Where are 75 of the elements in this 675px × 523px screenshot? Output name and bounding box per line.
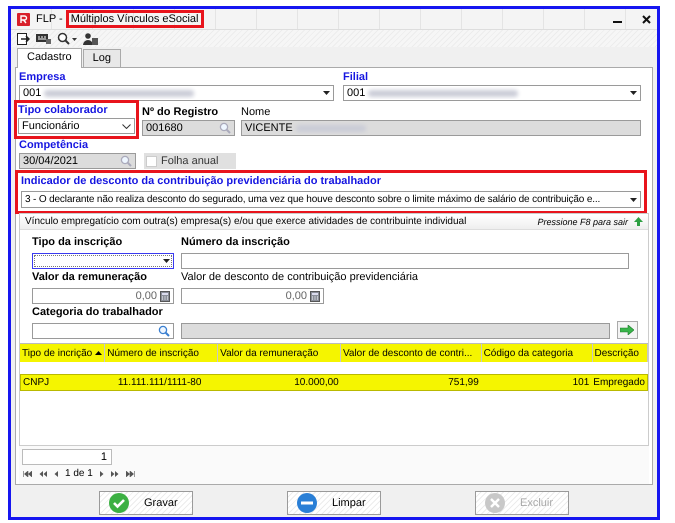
field-label: Filial	[343, 71, 368, 84]
field-label: Nº do Registro	[142, 106, 218, 119]
previous-page-icon	[39, 470, 47, 476]
table-cell-text: CNPJ	[22, 377, 50, 388]
currency-field[interactable]: 0,00	[32, 288, 174, 304]
field-label: Nome	[241, 106, 270, 119]
field-label: Categoria do trabalhador	[32, 306, 163, 319]
caret-icon	[630, 198, 637, 202]
user-icon	[83, 32, 98, 44]
column-header[interactable]: Valor da remuneração	[218, 344, 341, 362]
previous-icon	[54, 470, 58, 476]
search-field[interactable]	[32, 323, 174, 339]
next-icon	[100, 470, 104, 476]
dropdown-field[interactable]: 001	[19, 85, 334, 101]
app-logo-icon	[17, 12, 30, 26]
caret-icon	[323, 91, 330, 95]
caret-icon	[163, 259, 170, 263]
field-label: Tipo da inscrição	[32, 236, 122, 249]
dropdown-field[interactable]: 001	[343, 85, 641, 101]
search-icon	[120, 155, 132, 167]
caret-icon	[630, 91, 637, 95]
add-button[interactable]	[616, 321, 638, 339]
dropdown-field[interactable]: 3 - O declarante não realiza desconto do segurado, uma vez que houve desconto sobre o limite máximo de salário de contribuição e...	[21, 191, 641, 208]
save-button[interactable]: Gravar	[99, 491, 193, 515]
column-header[interactable]: Descrição	[592, 344, 648, 362]
field-label: Tipo colaborador	[18, 104, 108, 117]
column-header[interactable]: Número de inscrição	[105, 344, 218, 362]
clear-button[interactable]: Limpar	[287, 491, 381, 515]
shortcut-hint: Pressione F8 para sair	[537, 216, 628, 226]
currency-field[interactable]: 0,00	[181, 288, 324, 304]
sort-up-icon	[95, 351, 102, 355]
search-dropdown-icon	[57, 32, 77, 45]
next-page-icon	[110, 470, 119, 476]
column-header[interactable]: Tipo de incrição	[20, 344, 106, 362]
table-row[interactable]: CNPJ 11.111.111/1111-80 10.000,00 751,99 101 Empregado	[20, 374, 648, 391]
field-label: Indicador de desconto da contribuição previdenciária do trabalhador	[21, 175, 382, 188]
field-label: Competência	[19, 139, 88, 152]
close-icon	[642, 14, 651, 24]
tab[interactable]: Cadastro	[17, 48, 82, 68]
field-label: Empresa	[19, 71, 66, 84]
field-label: Valor da remuneração	[32, 271, 147, 284]
right-arrow-icon	[620, 325, 634, 335]
record-count: 1	[22, 449, 112, 465]
text-field[interactable]	[181, 253, 629, 269]
dropdown-field[interactable]	[32, 253, 174, 269]
table-cell-text: Empregado	[592, 377, 646, 388]
field-label: Número da inscrição	[181, 236, 290, 249]
exit-icon	[17, 32, 30, 44]
field-label: Valor de desconto de contribuição previdenciária	[181, 271, 418, 284]
cross-icon	[484, 492, 506, 514]
column-header[interactable]: Código da categoria	[482, 344, 592, 362]
search-icon	[219, 122, 231, 134]
check-icon	[108, 492, 130, 514]
text-field[interactable]	[181, 323, 610, 339]
tab[interactable]: Log	[82, 49, 121, 67]
app-name: FLP -	[35, 13, 64, 25]
table-cell-text: 11.111.111/1111-80	[116, 377, 202, 388]
table-cell-text: 751,99	[447, 377, 480, 388]
last-page-icon	[126, 470, 135, 476]
table-cell-text: 101	[572, 377, 590, 388]
collapse-arrow-icon	[634, 217, 643, 226]
dropdown-field[interactable]: Funcionário	[18, 118, 135, 134]
first-page-icon	[23, 470, 32, 476]
calculator-icon	[310, 290, 320, 302]
search-icon	[158, 325, 170, 337]
column-header[interactable]: Valor de desconto de contri...	[340, 344, 482, 362]
window-title: Múltiplos Vínculos eSocial	[68, 13, 200, 25]
card-icon	[36, 33, 51, 44]
section-title: Vínculo empregatício com outra(s) empresa(s) e/ou que exerce atividades de contribuinte individual	[25, 216, 466, 227]
table-cell-text: 10.000,00	[293, 377, 340, 388]
minus-icon	[296, 492, 318, 514]
calculator-icon	[160, 290, 170, 302]
minimize-icon	[613, 21, 622, 23]
chevron-icon	[122, 124, 131, 128]
page-indicator: 1 de 1	[65, 468, 93, 479]
